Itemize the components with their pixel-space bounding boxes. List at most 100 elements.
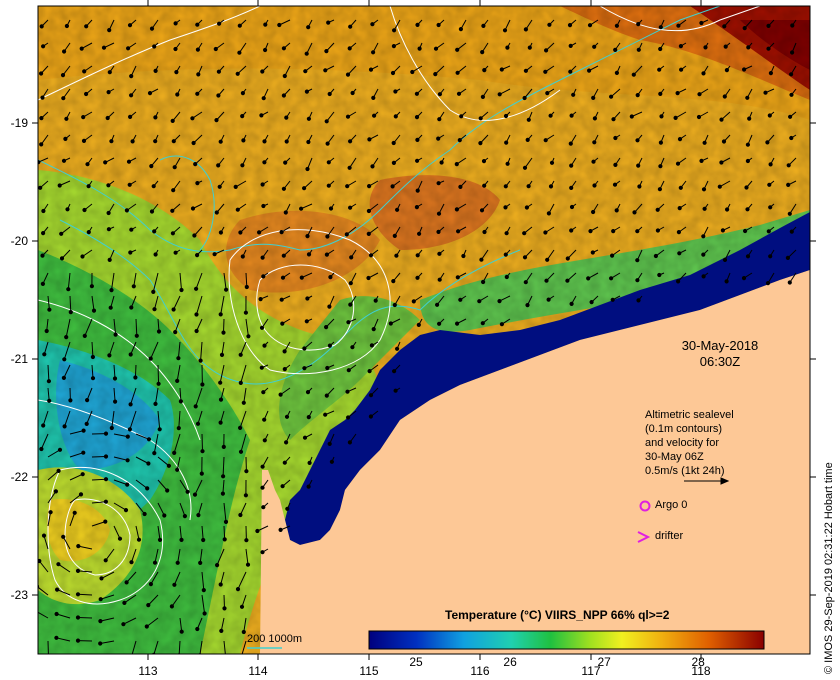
velocity-arrow-head bbox=[195, 253, 200, 258]
velocity-arrow-head bbox=[586, 276, 591, 281]
velocity-arrow-head bbox=[200, 449, 205, 454]
velocity-arrow-head bbox=[283, 210, 288, 215]
velocity-arrow-head bbox=[503, 252, 508, 257]
velocity-arrow-head bbox=[66, 287, 71, 292]
velocity-arrow-head bbox=[505, 45, 510, 50]
velocity-arrow-head bbox=[437, 251, 442, 256]
velocity-arrow-head bbox=[480, 94, 485, 100]
velocity-arrow-head bbox=[414, 91, 419, 96]
velocity-arrow-head bbox=[302, 346, 307, 351]
velocity-arrow-head bbox=[171, 188, 176, 193]
velocity-arrow-head bbox=[151, 184, 156, 189]
velocity-arrow-head bbox=[117, 536, 123, 541]
velocity-arrow-head bbox=[72, 510, 77, 515]
velocity-arrow-head bbox=[526, 117, 531, 122]
velocity-arrow-head bbox=[455, 70, 460, 75]
velocity-arrow-head bbox=[676, 230, 682, 235]
velocity-arrow-head bbox=[411, 299, 416, 304]
velocity-arrow-head bbox=[89, 284, 95, 289]
velocity-arrow-head bbox=[263, 22, 268, 27]
velocity-arrow-head bbox=[590, 250, 595, 255]
velocity-arrow-head bbox=[326, 183, 331, 188]
velocity-arrow-head bbox=[717, 184, 722, 189]
velocity-arrow-head bbox=[103, 454, 109, 459]
velocity-arrow-head bbox=[701, 71, 706, 76]
velocity-arrow-head bbox=[281, 253, 286, 258]
velocity-arrow-head bbox=[149, 209, 155, 214]
velocity-arrow-head bbox=[85, 162, 90, 167]
velocity-arrow-head bbox=[455, 47, 460, 52]
velocity-arrow-head bbox=[64, 23, 70, 29]
velocity-arrow-head bbox=[196, 513, 201, 518]
velocity-arrow-head bbox=[368, 67, 374, 72]
velocity-arrow-head bbox=[224, 657, 227, 660]
velocity-arrow-head bbox=[41, 208, 46, 214]
velocity-arrow-head bbox=[305, 234, 310, 239]
velocity-arrow-head bbox=[525, 303, 530, 308]
velocity-arrow-head bbox=[569, 228, 574, 233]
velocity-arrow-head bbox=[82, 69, 87, 74]
velocity-arrow-head bbox=[305, 296, 310, 301]
velocity-arrow-head bbox=[199, 471, 204, 476]
velocity-arrow-head bbox=[263, 47, 268, 53]
velocity-arrow-head bbox=[657, 67, 662, 72]
velocity-arrow-head bbox=[433, 72, 438, 77]
velocity-arrow-head bbox=[280, 275, 286, 280]
colorbar-title: Temperature (°C) VIIRS_NPP 66% ql>=2 bbox=[445, 608, 670, 622]
velocity-arrow-head bbox=[675, 91, 680, 96]
velocity-arrow-head bbox=[345, 72, 351, 77]
velocity-arrow-head bbox=[109, 288, 114, 293]
velocity-arrow-head bbox=[346, 415, 351, 420]
velocity-arrow-head bbox=[55, 587, 60, 592]
velocity-arrow-head bbox=[106, 227, 112, 232]
velocity-arrow-head bbox=[144, 624, 149, 629]
velocity-arrow-head bbox=[259, 113, 264, 118]
velocity-arrow-head bbox=[179, 537, 184, 543]
velocity-arrow-head bbox=[195, 91, 200, 96]
velocity-arrow-head bbox=[153, 139, 158, 144]
velocity-arrow-head bbox=[157, 537, 163, 543]
velocity-arrow-head bbox=[41, 423, 46, 428]
velocity-arrow-head bbox=[244, 284, 249, 290]
velocity-arrow-head bbox=[241, 629, 246, 635]
velocity-arrow-head bbox=[146, 603, 151, 608]
velocity-arrow-head bbox=[84, 91, 89, 97]
velocity-arrow-head bbox=[370, 22, 375, 27]
velocity-arrow-head bbox=[655, 228, 661, 233]
velocity-arrow-head bbox=[348, 205, 353, 210]
velocity-arrow-head bbox=[568, 141, 573, 146]
velocity-arrow-head bbox=[545, 257, 550, 262]
velocity-arrow-head bbox=[107, 353, 112, 358]
velocity-arrow-head bbox=[522, 255, 528, 260]
velocity-arrow-head bbox=[347, 165, 352, 170]
velocity-arrow-head bbox=[243, 493, 248, 498]
velocity-arrow-head bbox=[391, 44, 396, 49]
velocity-arrow-head bbox=[324, 119, 329, 124]
velocity-arrow-head bbox=[677, 137, 683, 142]
velocity-arrow-head bbox=[128, 352, 133, 357]
velocity-arrow-head bbox=[103, 499, 109, 504]
velocity-arrow-head bbox=[193, 404, 198, 409]
velocity-arrow-head bbox=[261, 390, 266, 395]
velocity-arrow-head bbox=[436, 136, 441, 141]
velocity-arrow-head bbox=[173, 21, 178, 26]
velocity-arrow-head bbox=[304, 319, 309, 324]
velocity-arrow-head bbox=[220, 491, 225, 496]
velocity-arrow-head bbox=[157, 427, 162, 432]
velocity-arrow-head bbox=[175, 560, 180, 565]
velocity-arrow-head bbox=[299, 275, 304, 280]
velocity-arrow-head bbox=[678, 185, 683, 190]
velocity-arrow-head bbox=[105, 115, 110, 121]
velocity-arrow-head bbox=[169, 604, 174, 609]
velocity-arrow-head bbox=[543, 138, 548, 143]
velocity-arrow-head bbox=[81, 428, 86, 433]
velocity-arrow-head bbox=[193, 162, 198, 167]
velocity-arrow-head bbox=[676, 279, 681, 284]
velocity-arrow-head bbox=[433, 46, 439, 51]
velocity-arrow-head bbox=[456, 91, 462, 96]
velocity-arrow-head bbox=[235, 71, 240, 76]
velocity-arrow-head bbox=[196, 72, 201, 77]
velocity-arrow-head bbox=[259, 365, 264, 370]
velocity-arrow-head bbox=[153, 68, 158, 74]
velocity-arrow-head bbox=[609, 276, 614, 281]
